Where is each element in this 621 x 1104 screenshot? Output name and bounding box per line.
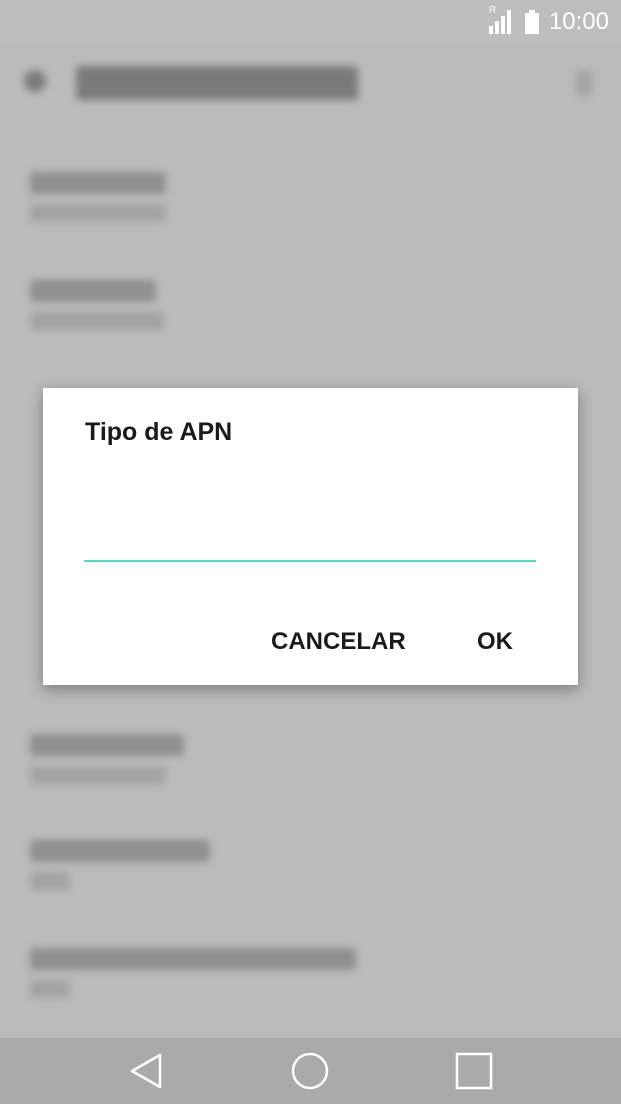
status-time: 10:00 <box>548 8 609 35</box>
status-bar: R 10:00 <box>0 0 621 44</box>
home-circle-icon[interactable] <box>286 1047 334 1095</box>
ok-button[interactable]: OK <box>469 618 521 666</box>
dialog-title: Tipo de APN <box>85 418 233 446</box>
apn-type-dialog: Tipo de APN CANCELAR OK <box>43 388 578 685</box>
signal-icon: R <box>488 6 515 34</box>
roaming-indicator: R <box>488 5 497 16</box>
cancel-button[interactable]: CANCELAR <box>263 618 414 666</box>
back-triangle-icon[interactable] <box>122 1047 170 1095</box>
battery-icon <box>524 10 539 34</box>
navigation-bar <box>0 1038 621 1104</box>
apn-type-input[interactable] <box>84 508 536 562</box>
status-icons: R 10:00 <box>488 6 609 38</box>
recents-square-icon[interactable] <box>450 1047 498 1095</box>
